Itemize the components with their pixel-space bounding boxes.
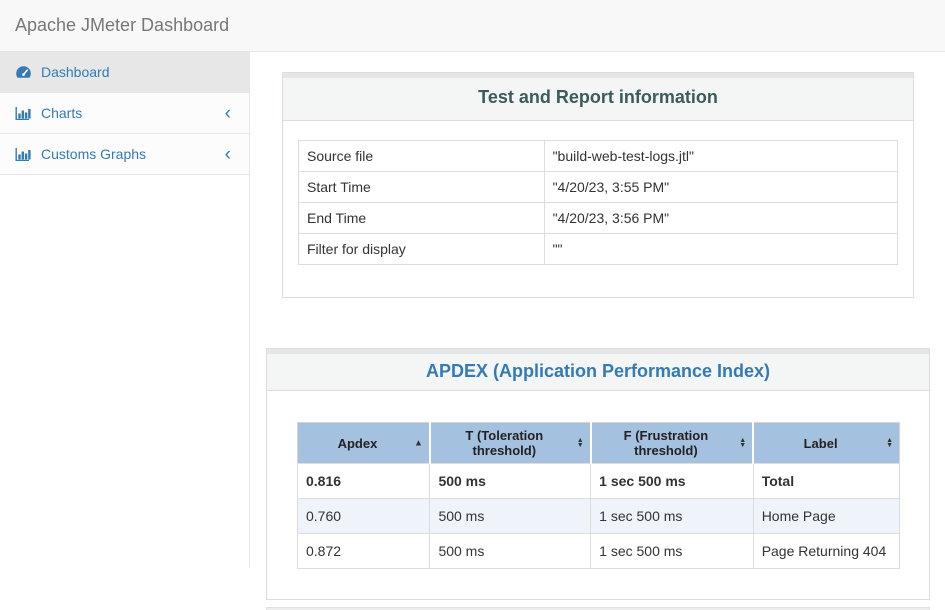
info-value: "4/20/23, 3:56 PM"	[544, 203, 897, 234]
table-row: End Time "4/20/23, 3:56 PM"	[299, 203, 898, 234]
frustration-value: 1 sec 500 ms	[591, 464, 754, 499]
bar-chart-icon	[15, 106, 32, 121]
sidebar-item-customs-graphs[interactable]: Customs Graphs ‹	[0, 134, 249, 175]
sortable-column-header-frustration[interactable]: F (Frustration threshold) ▲▼	[591, 423, 754, 464]
test-info-panel-body: Source file "build-web-test-logs.jtl" St…	[283, 121, 913, 297]
sort-asc-icon: ▲	[414, 439, 423, 448]
toleration-value: 500 ms	[430, 464, 591, 499]
toleration-value: 500 ms	[430, 499, 591, 534]
frustration-value: 1 sec 500 ms	[591, 499, 754, 534]
sidebar-item-label: Dashboard	[41, 64, 110, 80]
test-info-title: Test and Report information	[298, 87, 898, 108]
apdex-panel-body: Apdex ▲ T (Toleration threshold) ▲▼	[267, 391, 929, 599]
apdex-table: Apdex ▲ T (Toleration threshold) ▲▼	[297, 422, 900, 569]
test-info-panel-heading: Test and Report information	[283, 73, 913, 121]
info-value: "build-web-test-logs.jtl"	[544, 141, 897, 172]
chevron-left-icon: ‹	[225, 145, 239, 164]
apdex-value: 0.872	[298, 534, 430, 569]
label-value: Total	[753, 464, 899, 499]
chevron-left-icon: ‹	[225, 104, 239, 123]
info-label: Start Time	[299, 172, 545, 203]
test-info-panel: Test and Report information Source file …	[282, 72, 914, 298]
info-label: Filter for display	[299, 234, 545, 265]
frustration-value: 1 sec 500 ms	[591, 534, 754, 569]
table-row: Start Time "4/20/23, 3:55 PM"	[299, 172, 898, 203]
info-label: End Time	[299, 203, 545, 234]
apdex-row-total: 0.816 500 ms 1 sec 500 ms Total	[298, 464, 900, 499]
label-value: Page Returning 404	[753, 534, 899, 569]
apdex-row-home-page: 0.760 500 ms 1 sec 500 ms Home Page	[298, 499, 900, 534]
sidebar-item-dashboard[interactable]: Dashboard	[0, 52, 249, 93]
apdex-value: 0.760	[298, 499, 430, 534]
sidebar: Dashboard Charts ‹	[0, 52, 250, 568]
sortable-column-header-apdex[interactable]: Apdex ▲	[298, 423, 430, 464]
app-title: Apache JMeter Dashboard	[15, 15, 229, 36]
info-value: "4/20/23, 3:55 PM"	[544, 172, 897, 203]
label-value: Home Page	[753, 499, 899, 534]
apdex-value: 0.816	[298, 464, 430, 499]
sidebar-item-label: Charts	[41, 105, 82, 121]
apdex-title: APDEX (Application Performance Index)	[282, 361, 914, 382]
top-navbar: Apache JMeter Dashboard	[0, 0, 945, 52]
toleration-value: 500 ms	[430, 534, 591, 569]
sort-both-icon: ▲▼	[886, 438, 893, 448]
bar-chart-icon	[15, 147, 32, 162]
sort-both-icon: ▲▼	[739, 438, 746, 448]
table-row: Filter for display ""	[299, 234, 898, 265]
sortable-column-header-label[interactable]: Label ▲▼	[753, 423, 899, 464]
test-info-table: Source file "build-web-test-logs.jtl" St…	[298, 140, 898, 265]
dashboard-gauge-icon	[15, 65, 32, 80]
sortable-column-header-toleration[interactable]: T (Toleration threshold) ▲▼	[430, 423, 591, 464]
info-value: ""	[544, 234, 897, 265]
sidebar-item-label: Customs Graphs	[41, 146, 146, 162]
apdex-row-page-returning-404: 0.872 500 ms 1 sec 500 ms Page Returning…	[298, 534, 900, 569]
apdex-panel-heading: APDEX (Application Performance Index)	[267, 349, 929, 391]
sidebar-item-charts[interactable]: Charts ‹	[0, 93, 249, 134]
apdex-header-row: Apdex ▲ T (Toleration threshold) ▲▼	[298, 423, 900, 464]
sort-both-icon: ▲▼	[577, 438, 584, 448]
content-area: Test and Report information Source file …	[250, 52, 945, 596]
main-layout: Dashboard Charts ‹	[0, 52, 945, 596]
info-label: Source file	[299, 141, 545, 172]
table-row: Source file "build-web-test-logs.jtl"	[299, 141, 898, 172]
apdex-panel: APDEX (Application Performance Index) Ap…	[266, 348, 930, 600]
